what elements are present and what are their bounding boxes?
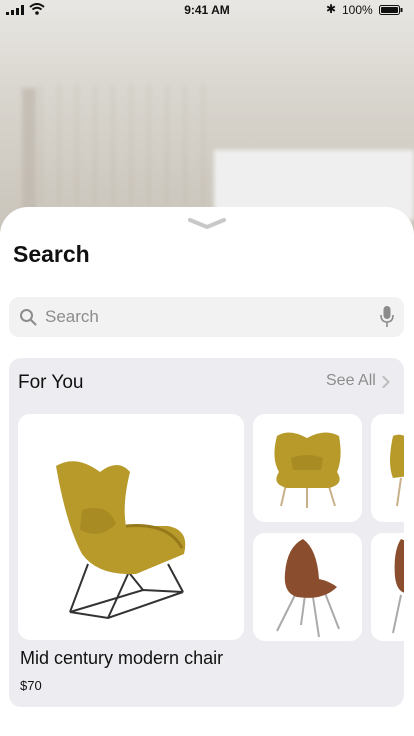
status-bar: 9:41 AM ✱ 100% (0, 0, 414, 20)
product-thumbnail[interactable] (253, 414, 362, 522)
product-image-featured[interactable] (18, 414, 244, 640)
sheet-title: Search (13, 241, 90, 267)
search-input[interactable]: Search (9, 297, 404, 337)
chair-thumbnail-image (274, 432, 341, 508)
chevron-right-icon[interactable] (382, 376, 390, 388)
wall-panel (40, 84, 220, 204)
product-thumbnail[interactable] (371, 533, 404, 641)
section-title: For You (18, 372, 84, 393)
chair-thumbnail-image (392, 539, 404, 634)
bluetooth-icon: ✱ (326, 2, 337, 16)
product-name[interactable]: Mid century modern chair (20, 648, 223, 669)
product-thumbnail[interactable] (371, 414, 404, 522)
microphone-icon[interactable] (379, 305, 395, 329)
chair-thumbnail-image (276, 539, 340, 638)
product-price: $70 (20, 678, 42, 693)
collapse-handle-icon[interactable] (186, 217, 228, 231)
product-thumbnail[interactable] (253, 533, 362, 641)
chair-thumbnail-image (390, 434, 404, 507)
search-placeholder: Search (45, 307, 99, 326)
for-you-section: For You See All Mid century modern chair… (9, 358, 404, 707)
chair-image (56, 461, 186, 620)
battery-icon (379, 5, 403, 15)
search-sheet: Search Search For You See All Mid centur… (0, 207, 414, 736)
see-all-link[interactable]: See All (326, 372, 376, 390)
battery-percentage: 100% (342, 3, 373, 17)
search-icon (20, 309, 37, 326)
